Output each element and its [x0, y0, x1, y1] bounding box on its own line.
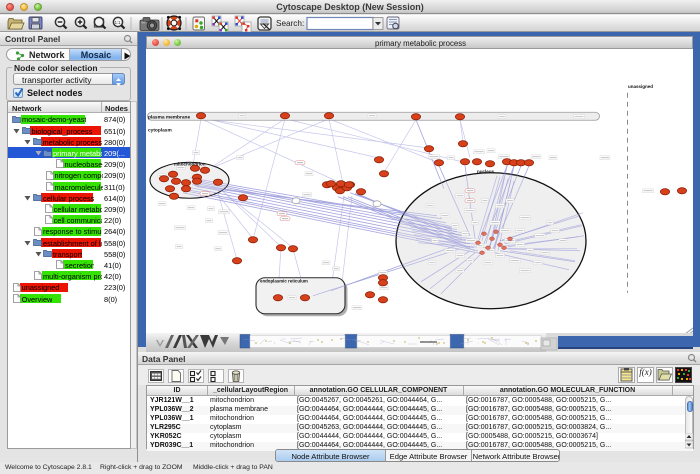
svg-text:1:1: 1:1 [115, 20, 121, 25]
svg-text:endoplasmic reticulum: endoplasmic reticulum [260, 278, 308, 283]
svg-text:plasma membrane: plasma membrane [148, 114, 190, 120]
svg-text:nucleus: nucleus [477, 168, 495, 173]
svg-text:mitochondrion: mitochondrion [174, 161, 206, 166]
svg-text:unassigned: unassigned [628, 83, 653, 88]
svg-text:cytoplasm: cytoplasm [148, 127, 172, 133]
svg-text:Search:: Search: [276, 19, 304, 28]
